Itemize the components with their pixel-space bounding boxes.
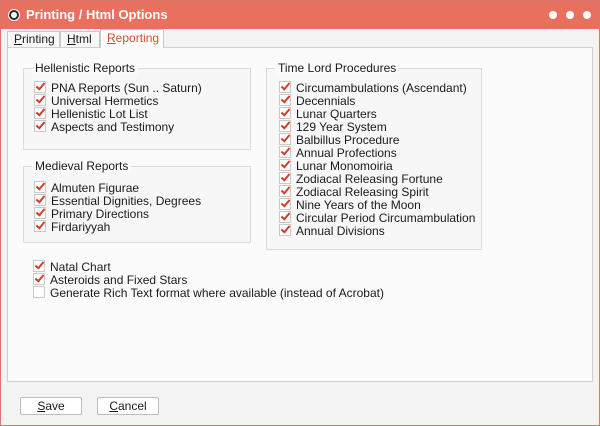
checkbox-annual-divisions[interactable]: Annual Divisions [279, 224, 385, 238]
tab-printing-label: rinting [22, 32, 55, 46]
checkbox-label: Annual Divisions [296, 224, 385, 238]
checkbox-checked-icon [34, 207, 46, 219]
checkbox-checked-icon [279, 133, 291, 145]
checkbox-firdariyyah[interactable]: Firdariyyah [34, 220, 111, 234]
checkbox-checked-icon [279, 107, 291, 119]
tab-printing[interactable]: Printing [7, 31, 60, 47]
checkbox-zr-spirit[interactable]: Zodiacal Releasing Spirit [279, 185, 429, 199]
checkbox-checked-icon [279, 172, 291, 184]
tab-printing-mnemonic: P [14, 32, 23, 46]
checkbox-checked-icon [279, 185, 291, 197]
window-title: Printing / Html Options [26, 7, 168, 22]
checkbox-label: Natal Chart [50, 260, 111, 274]
checkbox-label: Firdariyyah [51, 220, 111, 234]
checkbox-checked-icon [279, 159, 291, 171]
tab-reporting-mnemonic: R [107, 31, 116, 45]
checkbox-circumambulations[interactable]: Circumambulations (Ascendant) [279, 81, 467, 95]
checkbox-label: Circumambulations (Ascendant) [296, 81, 467, 95]
checkbox-decennials[interactable]: Decennials [279, 94, 356, 108]
close-dot-icon[interactable] [583, 11, 591, 19]
title-bar: Printing / Html Options [1, 1, 599, 29]
app-icon [8, 9, 20, 21]
checkbox-checked-icon [279, 81, 291, 93]
checkbox-129-year-system[interactable]: 129 Year System [279, 120, 387, 134]
checkbox-label: Universal Hermetics [51, 94, 159, 108]
checkbox-checked-icon [279, 146, 291, 158]
checkbox-label: Asteroids and Fixed Stars [50, 273, 188, 287]
checkbox-checked-icon [34, 107, 46, 119]
checkbox-checked-icon [34, 220, 46, 232]
minimize-dot-icon[interactable] [549, 11, 557, 19]
checkbox-label: Almuten Figurae [51, 181, 140, 195]
checkbox-checked-icon [279, 224, 291, 236]
checkbox-label: Hellenistic Lot List [51, 107, 148, 121]
tab-strip: Printing Html Reporting [7, 29, 595, 48]
checkbox-universal-hermetics[interactable]: Universal Hermetics [34, 94, 159, 108]
checkbox-label: Lunar Quarters [296, 107, 377, 121]
checkbox-label: Balbillus Procedure [296, 133, 400, 147]
checkbox-natal-chart[interactable]: Natal Chart [33, 260, 111, 274]
checkbox-checked-icon [33, 273, 45, 285]
checkbox-unchecked-icon [33, 286, 45, 298]
checkbox-label: Zodiacal Releasing Spirit [296, 185, 429, 199]
checkbox-essential-dignities[interactable]: Essential Dignities, Degrees [34, 194, 202, 208]
checkbox-label: Primary Directions [51, 207, 150, 221]
checkbox-zr-fortune[interactable]: Zodiacal Releasing Fortune [279, 172, 443, 186]
checkbox-circular-period[interactable]: Circular Period Circumambulation [279, 211, 476, 225]
checkbox-label: Aspects and Testimony [51, 120, 175, 134]
reporting-page: Hellenistic Reports PNA Reports (Sun .. … [7, 47, 593, 382]
tab-html-mnemonic: H [67, 32, 76, 46]
checkbox-lunar-quarters[interactable]: Lunar Quarters [279, 107, 377, 121]
checkbox-label: Decennials [296, 94, 356, 108]
checkbox-aspects-testimony[interactable]: Aspects and Testimony [34, 120, 175, 134]
cancel-mnemonic: C [109, 399, 118, 413]
checkbox-asteroids-fixed-stars[interactable]: Asteroids and Fixed Stars [33, 273, 188, 287]
save-button[interactable]: Save [20, 397, 82, 415]
checkbox-checked-icon [34, 120, 46, 132]
cancel-button[interactable]: Cancel [97, 397, 159, 415]
medieval-reports-title: Medieval Reports [32, 159, 132, 173]
checkbox-pna-reports[interactable]: PNA Reports (Sun .. Saturn) [34, 81, 202, 95]
checkbox-rich-text-format[interactable]: Generate Rich Text format where availabl… [33, 286, 384, 300]
checkbox-checked-icon [279, 198, 291, 210]
cancel-label: ancel [117, 399, 147, 413]
tab-html[interactable]: Html [60, 31, 100, 47]
checkbox-label: Nine Years of the Moon [296, 198, 421, 212]
checkbox-checked-icon [279, 211, 291, 223]
checkbox-balbillus-procedure[interactable]: Balbillus Procedure [279, 133, 400, 147]
tab-reporting[interactable]: Reporting [100, 29, 164, 48]
checkbox-label: Generate Rich Text format where availabl… [50, 286, 384, 300]
tab-html-label: tml [75, 32, 92, 46]
hellenistic-reports-title: Hellenistic Reports [32, 61, 139, 75]
checkbox-primary-directions[interactable]: Primary Directions [34, 207, 150, 221]
checkbox-checked-icon [33, 260, 45, 272]
time-lord-procedures-group: Time Lord Procedures Circumambulations (… [266, 61, 482, 250]
checkbox-almuten-figurae[interactable]: Almuten Figurae [34, 181, 140, 195]
checkbox-label: PNA Reports (Sun .. Saturn) [51, 81, 202, 95]
checkbox-label: 129 Year System [296, 120, 387, 134]
checkbox-label: Annual Profections [296, 146, 397, 160]
checkbox-label: Zodiacal Releasing Fortune [296, 172, 443, 186]
checkbox-label: Circular Period Circumambulation [296, 211, 476, 225]
checkbox-label: Essential Dignities, Degrees [51, 194, 202, 208]
time-lord-procedures-title: Time Lord Procedures [275, 61, 400, 75]
checkbox-checked-icon [34, 94, 46, 106]
save-label: ave [45, 399, 65, 413]
hellenistic-reports-group: Hellenistic Reports PNA Reports (Sun .. … [23, 61, 251, 150]
checkbox-checked-icon [279, 94, 291, 106]
medieval-reports-group: Medieval Reports Almuten Figurae Essenti… [23, 159, 251, 243]
checkbox-nine-years-moon[interactable]: Nine Years of the Moon [279, 198, 421, 212]
checkbox-checked-icon [34, 194, 46, 206]
checkbox-checked-icon [34, 181, 46, 193]
checkbox-lunar-monomoiria[interactable]: Lunar Monomoiria [279, 159, 393, 173]
checkbox-label: Lunar Monomoiria [296, 159, 393, 173]
options-window: Printing / Html Options Printing Html Re… [0, 0, 600, 426]
checkbox-checked-icon [279, 120, 291, 132]
tab-reporting-label: eporting [115, 31, 160, 45]
checkbox-checked-icon [34, 81, 46, 93]
checkbox-annual-profections[interactable]: Annual Profections [279, 146, 397, 160]
checkbox-hellenistic-lot-list[interactable]: Hellenistic Lot List [34, 107, 148, 121]
maximize-dot-icon[interactable] [566, 11, 574, 19]
